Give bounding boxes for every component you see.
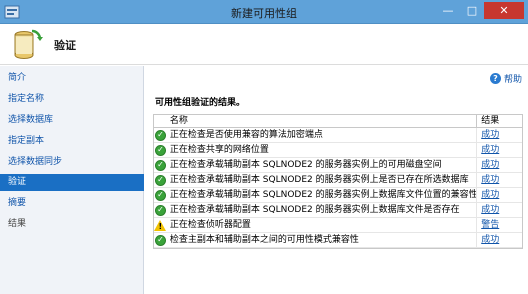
success-icon: ✓ [154,204,166,216]
row-result-link[interactable]: 成功 [477,188,522,203]
success-icon: ✓ [154,129,166,141]
warning-icon: ! [154,219,167,231]
row-name: 正在检查承载辅助副本 SQLNODE2 的服务器实例上是否已存在所选数据库 [167,172,478,188]
row-name: 正在检查承载辅助副本 SQLNODE2 的服务器实例上的可用磁盘空间 [167,157,478,173]
row-name: 正在检查承载辅助副本 SQLNODE2 的服务器实例上数据库文件是否存在 [167,202,478,218]
page-title: 验证 [54,39,76,52]
table-row[interactable]: ✓ 正在检查承载辅助副本 SQLNODE2 的服务器实例上数据库文件位置的兼容性… [154,187,522,203]
close-button[interactable]: ✕ [484,2,524,19]
database-wizard-icon [14,29,43,59]
table-row[interactable]: ✓ 正在检查承载辅助副本 SQLNODE2 的服务器实例上的可用磁盘空间 成功 [154,157,522,173]
column-header-name[interactable]: 名称 [167,115,478,127]
row-result-link[interactable]: 成功 [477,233,522,248]
wizard-sidebar: 简介 指定名称 选择数据库 指定副本 选择数据同步 验证 摘要 结果 [0,66,144,294]
sidebar-item-validation[interactable]: 验证 [0,174,144,191]
row-result-link[interactable]: 警告 [477,218,522,233]
help-icon: ? [489,73,501,84]
sidebar-item-select-databases[interactable]: 选择数据库 [0,112,144,129]
row-result-link[interactable]: 成功 [477,128,522,143]
table-row[interactable]: ✓ 检查主副本和辅助副本之间的可用性模式兼容性 成功 [154,232,522,248]
success-icon: ✓ [154,174,166,186]
row-name: 正在检查是否使用兼容的算法加密端点 [167,127,478,143]
table-row[interactable]: ✓ 正在检查承载辅助副本 SQLNODE2 的服务器实例上是否已存在所选数据库 … [154,172,522,188]
sidebar-item-data-sync[interactable]: 选择数据同步 [0,154,144,171]
success-icon: ✓ [154,159,166,171]
validation-results-grid: 名称 结果 ✓ 正在检查是否使用兼容的算法加密端点 成功 ✓ 正在检查共享的网络… [153,114,523,249]
table-row[interactable]: ✓ 正在检查共享的网络位置 成功 [154,142,522,158]
sidebar-item-summary[interactable]: 摘要 [0,195,144,212]
sidebar-item-specify-name[interactable]: 指定名称 [0,91,144,108]
sidebar-item-results: 结果 [8,219,27,229]
window-controls: — □ ✕ [436,2,524,20]
row-result-link[interactable]: 成功 [477,143,522,158]
minimize-button[interactable]: — [436,2,460,19]
table-row[interactable]: ! 正在检查侦听器配置 警告 [154,217,522,233]
row-name: 正在检查承载辅助副本 SQLNODE2 的服务器实例上数据库文件位置的兼容性 [167,187,478,203]
maximize-button[interactable]: □ [460,2,484,19]
grid-header: 名称 结果 [154,115,522,128]
row-result-link[interactable]: 成功 [477,173,522,188]
window-titlebar: 新建可用性组 — □ ✕ [0,0,528,24]
sidebar-item-intro[interactable]: 简介 [0,70,144,87]
row-name: 正在检查共享的网络位置 [167,142,478,158]
row-result-link[interactable]: 成功 [477,158,522,173]
success-icon: ✓ [154,189,166,201]
section-title: 可用性组验证的结果。 [155,98,246,108]
help-link[interactable]: ? 帮助 [489,72,522,85]
row-name: 正在检查侦听器配置 [167,217,478,233]
column-header-result[interactable]: 结果 [477,115,522,127]
success-icon: ✓ [154,144,166,156]
row-result-link[interactable]: 成功 [477,203,522,218]
sidebar-item-specify-replicas[interactable]: 指定副本 [0,133,144,150]
table-row[interactable]: ✓ 正在检查承载辅助副本 SQLNODE2 的服务器实例上数据库文件是否存在 成… [154,202,522,218]
header-icon-cell [154,115,167,127]
row-name: 检查主副本和辅助副本之间的可用性模式兼容性 [167,232,478,248]
wizard-main: ? 帮助 可用性组验证的结果。 名称 结果 ✓ 正在检查是否使用兼容的算法加密端… [145,66,528,294]
help-label: 帮助 [503,75,522,85]
success-icon: ✓ [154,234,166,246]
table-row[interactable]: ✓ 正在检查是否使用兼容的算法加密端点 成功 [154,127,522,143]
wizard-header: 验证 [0,25,528,65]
